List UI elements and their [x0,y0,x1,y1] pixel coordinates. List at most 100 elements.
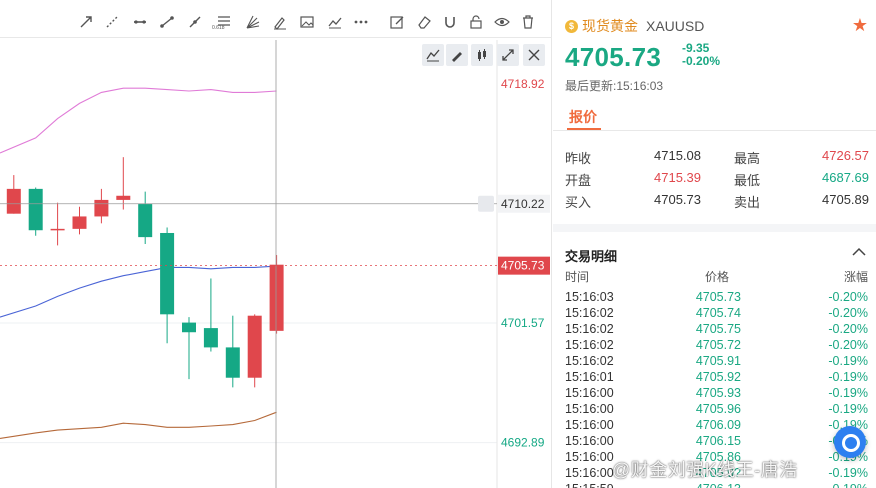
trade-price: 4705.91 [695,354,741,368]
trade-time: 15:16:02 [565,338,614,352]
price-axis-label: 4718.92 [501,77,545,91]
trade-change: -0.20% [828,322,868,336]
arrow-up-right-icon[interactable] [76,12,96,32]
trend-line-icon[interactable] [157,12,177,32]
trades-title: 交易明细 [565,249,618,264]
candlestick-chart[interactable]: 4718.92 4710.22 4705.73 4701.57 4692.89 [0,0,552,488]
candle-body [50,228,65,231]
candle-body [247,315,262,378]
candle-13 [269,255,284,334]
lock-icon[interactable] [466,12,486,32]
trade-time: 15:15:59 [565,482,614,488]
trade-price: 4705.96 [695,402,741,416]
trades-header-time: 时间 [565,270,590,284]
trade-row: 15:15:59 4706.13 -0.19% [553,482,876,488]
segment-icon[interactable] [185,12,205,32]
trade-row: 15:16:02 4705.91 -0.19% [553,354,876,370]
magnet-icon[interactable] [440,12,460,32]
trade-price: 4706.09 [695,418,741,432]
candle-2 [28,187,43,236]
candle-body [225,347,240,378]
stat-value-1: 4715.08 [654,148,701,163]
instrument-name: 现货黄金 [582,18,638,34]
trade-price: 4705.74 [695,306,741,320]
eraser-icon[interactable] [414,12,434,32]
candle-type-icon [478,49,486,61]
candle-body [160,232,175,315]
trade-row: 15:16:03 4705.73 -0.20% [553,290,876,306]
more-icon[interactable] [351,12,371,32]
price-axis-label: 4705.73 [501,259,545,273]
trade-time: 15:16:02 [565,354,614,368]
horizontal-line-icon[interactable] [130,12,150,32]
candle-1 [6,175,21,214]
stat-value-3: 4705.73 [654,192,701,207]
stat-label2-3: 卖出 [734,195,761,210]
image-icon[interactable] [297,12,317,32]
quote-panel: $ 现货黄金 XAUUSD ★ 4705.73 -9.35 -0.20% 最后更… [553,0,876,488]
trade-time: 15:16:00 [565,386,614,400]
trade-row: 15:16:00 4705.96 -0.19% [553,402,876,418]
fib-retracement-icon[interactable]: 0.618 [212,12,234,32]
trades-header-price: 价格 [705,270,730,284]
trade-row: 15:16:00 4706.09 -0.19% [553,418,876,434]
candle-4 [72,206,87,235]
trade-time: 15:16:00 [565,434,614,448]
trade-time: 15:16:00 [565,402,614,416]
price-axis-label: 4701.57 [501,316,545,330]
candle-body [6,188,21,214]
candle-body [116,195,131,200]
app-root: 4718.92 4710.22 4705.73 4701.57 4692.89 0.61… [0,0,876,488]
pen-icon [452,52,462,62]
candle-6 [116,157,131,210]
trade-change: -0.19% [828,370,868,384]
trade-change: -0.20% [828,338,868,352]
line-chart-icon[interactable] [325,12,345,32]
stat-value2-3: 4705.89 [822,192,869,207]
trade-time: 15:16:00 [565,418,614,432]
change-percent: -0.20% [682,54,721,68]
fullscreen-button[interactable] [497,44,519,66]
candle-body [94,199,109,217]
middle-band-line [0,265,277,318]
trade-price: 4706.15 [695,434,741,448]
fib-ratio-label: 0.618 [212,25,225,31]
trade-change: -0.19% [828,354,868,368]
tab-divider [553,130,876,131]
eye-icon[interactable] [492,12,512,32]
candle-body [138,204,153,238]
lower-band-line [0,411,277,439]
candle-body [203,328,218,348]
stat-value2-1: 4726.57 [822,148,869,163]
trade-change: -0.19% [828,386,868,400]
indicator-button[interactable] [422,44,444,66]
instrument-header: $ 现货黄金 XAUUSD [565,16,704,36]
favorite-star-icon[interactable]: ★ [852,15,868,36]
edit-note-icon[interactable] [387,12,407,32]
last-price: 4705.73 [565,42,662,72]
fan-icon[interactable] [243,12,263,32]
candle-type-button[interactable] [471,44,493,66]
trade-price: 4706.13 [673,482,741,488]
candle-body [28,188,43,231]
trade-price: 4705.72 [695,338,741,352]
collapse-chevron-icon[interactable] [852,245,866,260]
trash-icon[interactable] [518,12,538,32]
tab-quote[interactable]: 报价 [569,107,597,127]
ray-icon[interactable] [102,12,122,32]
trade-change: -0.19% [828,402,868,416]
pen-button[interactable] [446,44,468,66]
brush-icon[interactable] [270,12,290,32]
candle-11 [225,315,240,388]
section-separator [553,224,876,232]
trade-time: 15:16:01 [565,370,614,384]
floating-action-button[interactable] [834,426,866,458]
chart-pane: 4718.92 4710.22 4705.73 4701.57 4692.89 0.61… [0,0,552,488]
stat-label2-1: 最高 [734,151,761,166]
candle-body [269,264,284,331]
trade-change: -0.20% [828,306,868,320]
stat-label2-2: 最低 [734,173,761,188]
close-button[interactable] [523,44,545,66]
trade-row: 15:16:00 4705.93 -0.19% [553,386,876,402]
stat-label-3: 买入 [565,195,592,210]
